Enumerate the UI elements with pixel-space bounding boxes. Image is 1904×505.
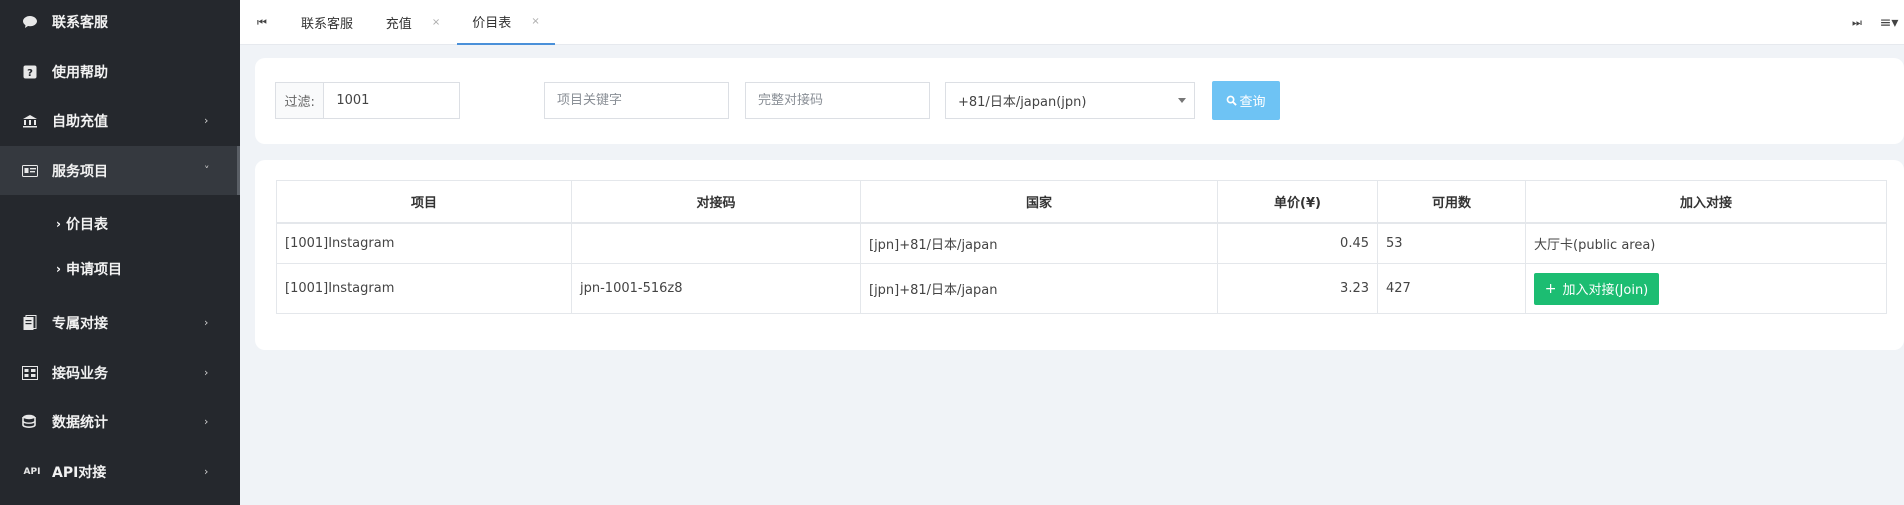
country-select-value: +81/日本/japan(jpn) (958, 95, 1087, 110)
sidebar-subitem-apply-project[interactable]: › 申请项目 (0, 249, 240, 289)
sidebar-item-recharge[interactable]: 自助充值 › (0, 96, 240, 145)
cell-code: jpn-1001-516z8 (571, 263, 861, 314)
cell-project: [1001]Instagram (276, 263, 572, 314)
filter-label: 过滤: (276, 83, 325, 118)
keyword-field (544, 82, 729, 119)
join-button-label: 加入对接(Join) (1562, 283, 1649, 298)
close-icon[interactable]: × (531, 16, 539, 27)
database-icon (22, 414, 38, 430)
column-header-price[interactable]: 单价(¥) (1217, 180, 1378, 224)
table-row: [1001]Instagram jpn-1001-516z8 [jpn]+81/… (276, 263, 1887, 314)
sidebar-item-label: 使用帮助 (52, 64, 108, 81)
sidebar-subitem-label: 申请项目 (66, 262, 122, 278)
skip-back-icon: ⏮ (257, 15, 267, 29)
chevron-right-icon: › (56, 217, 61, 231)
sidebar-item-label: 数据统计 (52, 414, 108, 431)
chevron-right-icon: › (56, 262, 61, 276)
query-button-label: 查询 (1239, 95, 1266, 110)
sidebar-item-label: 联系客服 (52, 14, 108, 31)
tab-label: 价目表 (472, 16, 512, 31)
sidebar-item-label: 服务项目 (52, 163, 108, 180)
grid-icon (22, 365, 38, 381)
caret-down-icon (1178, 98, 1186, 103)
table-header-row: 项目 对接码 国家 单价(¥) 可用数 加入对接 (276, 180, 1887, 224)
filter-input[interactable] (324, 93, 459, 108)
cell-country: [jpn]+81/日本/japan (860, 222, 1218, 264)
id-card-icon (22, 163, 38, 179)
document-icon (22, 314, 38, 331)
plus-icon: + (1544, 280, 1557, 297)
chevron-down-icon: ˅ (204, 164, 210, 177)
chevron-right-icon: › (204, 366, 209, 379)
cell-project: [1001]Instagram (276, 222, 572, 264)
sidebar-subitem-label: 价目表 (66, 217, 108, 233)
sidebar: 联系客服 ? 使用帮助 自助充值 › 服务项目 ˅ › 价目表 › 申请项目 专… (0, 0, 240, 505)
sidebar-item-statistics[interactable]: 数据统计 › (0, 397, 240, 446)
sidebar-item-sms-business[interactable]: 接码业务 › (0, 348, 240, 397)
price-table: 项目 对接码 国家 单价(¥) 可用数 加入对接 [1001]Instagram… (276, 180, 1887, 314)
sidebar-item-help[interactable]: ? 使用帮助 (0, 47, 240, 96)
filter-panel: 过滤: +81/日本/japan(jpn) 查询 (255, 58, 1904, 144)
tab-scroll-left-button[interactable]: ⏮ (240, 0, 284, 45)
tab-menu-button[interactable]: ≡▾ (1874, 0, 1904, 45)
close-icon[interactable]: × (432, 17, 440, 28)
sidebar-item-services[interactable]: 服务项目 ˅ (0, 146, 240, 195)
sidebar-item-label: 专属对接 (52, 315, 108, 332)
column-header-available[interactable]: 可用数 (1377, 180, 1526, 224)
search-icon (1227, 95, 1238, 106)
country-select[interactable]: +81/日本/japan(jpn) (945, 82, 1195, 119)
menu-icon: ≡▾ (1879, 14, 1899, 31)
tab-recharge[interactable]: 充值 × (370, 0, 456, 45)
column-header-code[interactable]: 对接码 (571, 180, 861, 224)
cell-join: 大厅卡(public area) (1525, 222, 1887, 264)
filter-field: 过滤: (275, 82, 460, 119)
cell-code (571, 222, 861, 264)
tab-contact[interactable]: 联系客服 (284, 0, 370, 45)
tab-label: 充值 (385, 17, 412, 32)
query-button[interactable]: 查询 (1212, 81, 1280, 120)
cell-available: 427 (1377, 263, 1526, 314)
api-icon-text: API (23, 466, 41, 477)
chevron-right-icon: › (204, 465, 209, 478)
sidebar-item-contact[interactable]: 联系客服 (0, 0, 240, 46)
sidebar-item-exclusive[interactable]: 专属对接 › (0, 298, 240, 347)
sidebar-subitem-price-list[interactable]: › 价目表 (0, 204, 240, 244)
chevron-right-icon: › (204, 415, 209, 428)
tab-label: 联系客服 (300, 17, 353, 32)
column-header-country[interactable]: 国家 (860, 180, 1218, 224)
tab-price-list[interactable]: 价目表 × (457, 0, 555, 45)
tab-bar: ⏮ 联系客服 充值 × 价目表 × ⏭ ≡▾ (240, 0, 1904, 45)
column-header-project[interactable]: 项目 (276, 180, 572, 224)
join-button[interactable]: + 加入对接(Join) (1534, 272, 1659, 305)
sidebar-item-api[interactable]: API API对接 › (0, 447, 240, 496)
code-input[interactable] (746, 93, 929, 108)
cell-country: [jpn]+81/日本/japan (860, 263, 1218, 314)
price-table-panel: 项目 对接码 国家 单价(¥) 可用数 加入对接 [1001]Instagram… (255, 160, 1904, 350)
help-icon: ? (22, 64, 38, 80)
svg-text:?: ? (27, 68, 33, 79)
bank-icon (22, 113, 38, 129)
tab-scroll-right-button[interactable]: ⏭ (1842, 0, 1872, 45)
cell-price: 3.23 (1217, 263, 1378, 314)
chevron-right-icon: › (204, 114, 209, 127)
table-row: [1001]Instagram [jpn]+81/日本/japan 0.45 5… (276, 222, 1887, 264)
code-field (745, 82, 930, 119)
chat-icon (22, 14, 38, 30)
cell-available: 53 (1377, 222, 1526, 264)
sidebar-item-label: 接码业务 (52, 365, 108, 382)
cell-join: + 加入对接(Join) (1525, 263, 1887, 314)
sidebar-item-label: API对接 (52, 464, 107, 481)
api-icon: API (22, 464, 42, 480)
sidebar-item-label: 自助充值 (52, 113, 108, 130)
chevron-right-icon: › (204, 316, 209, 329)
keyword-input[interactable] (545, 93, 728, 108)
column-header-join[interactable]: 加入对接 (1525, 180, 1887, 224)
cell-price: 0.45 (1217, 222, 1378, 264)
skip-forward-icon: ⏭ (1852, 15, 1862, 29)
